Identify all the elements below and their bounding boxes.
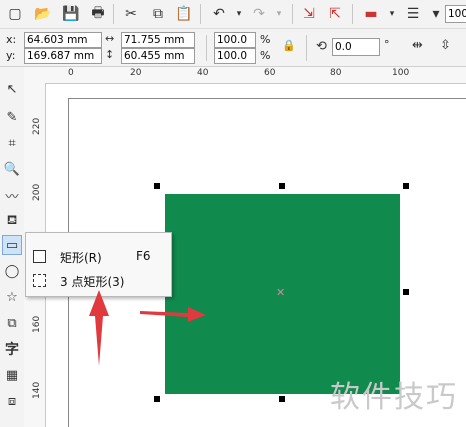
right-arrow-annotation: [140, 307, 206, 322]
watermark-text: 软件技巧: [330, 380, 458, 415]
up-arrow-annotation: [89, 290, 109, 366]
annotation-arrows: [89, 290, 206, 366]
